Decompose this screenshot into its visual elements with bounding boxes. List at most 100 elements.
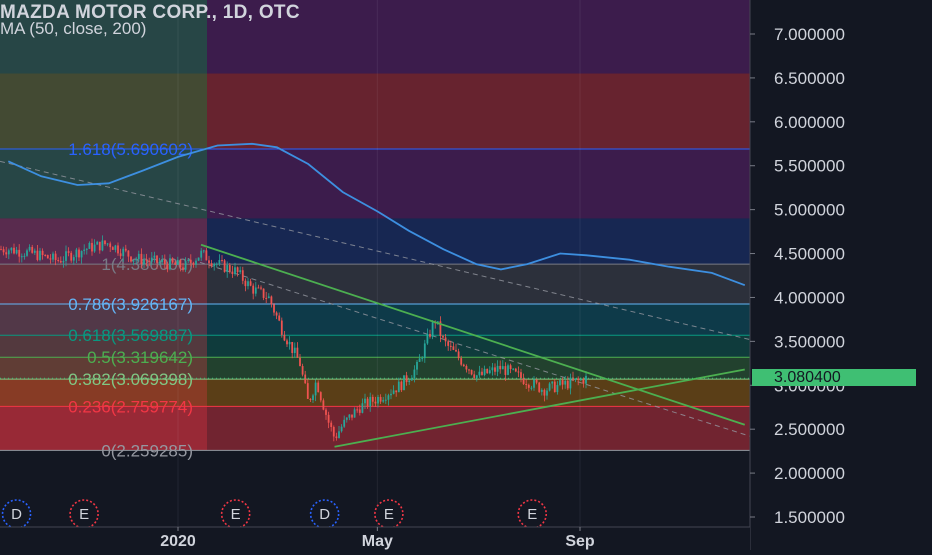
candle-body: [486, 368, 489, 374]
candle-body: [109, 243, 112, 248]
candle-body: [205, 250, 208, 261]
candle-body: [371, 396, 374, 402]
candle-body: [322, 400, 325, 410]
candle-body: [387, 395, 390, 400]
candle-body: [296, 347, 299, 358]
candle-body: [538, 382, 541, 392]
candle-body: [559, 380, 561, 386]
candle-body: [335, 436, 338, 438]
candle-body: [143, 259, 145, 265]
candle-body: [304, 374, 307, 384]
candle-body: [418, 358, 421, 362]
candle-body: [171, 258, 174, 263]
candle-body: [275, 312, 278, 316]
y-tick-label: 5.500000: [774, 157, 845, 176]
candle-body: [228, 265, 231, 272]
candle-body: [475, 375, 478, 378]
candle-body: [117, 245, 119, 254]
candle-body: [413, 369, 416, 379]
fib-level-label: 0(2.259285): [101, 441, 193, 460]
candle-body: [481, 371, 483, 375]
candle-body: [174, 262, 177, 265]
candle-body: [5, 252, 8, 255]
candle-body: [247, 281, 249, 287]
candle-body: [49, 258, 52, 260]
price-chart[interactable]: 0(2.259285) 0.236(2.759774) 0.382(3.069398…: [0, 0, 932, 550]
y-tick-label: 7.000000: [774, 25, 845, 44]
y-tick-label: 6.000000: [774, 113, 845, 132]
candle-body: [520, 372, 522, 379]
candle-body: [491, 367, 494, 371]
candle-body: [46, 255, 49, 259]
candle-body: [551, 381, 554, 384]
candle-body: [44, 255, 47, 257]
candle-body: [135, 259, 138, 261]
candle-body: [530, 387, 533, 389]
candle-body: [158, 261, 161, 263]
candle-body: [400, 381, 403, 391]
candle-body: [111, 247, 114, 250]
candle-body: [67, 251, 70, 253]
candle-body: [163, 259, 166, 265]
candle-body: [273, 304, 275, 313]
candle-body: [239, 270, 242, 273]
candle-body: [150, 257, 153, 262]
candle-body: [236, 267, 239, 273]
fib-level-label: 0.236(2.759774): [68, 397, 193, 416]
candle-body: [249, 281, 252, 286]
candle-body: [161, 259, 164, 262]
candle-body: [494, 367, 496, 372]
candle-body: [553, 381, 556, 393]
candle-body: [28, 246, 31, 251]
candle-body: [501, 366, 504, 370]
candle-body: [514, 368, 517, 372]
candle-body: [262, 288, 265, 298]
candle-body: [525, 384, 528, 386]
indicator-legend[interactable]: MA (50, close, 200): [0, 19, 146, 39]
candle-body: [80, 250, 83, 258]
candle-body: [317, 382, 320, 393]
candle-body: [361, 403, 364, 413]
candle-body: [358, 409, 361, 413]
candle-body: [540, 389, 543, 392]
candle-body: [504, 366, 507, 375]
candle-body: [416, 361, 418, 370]
fib-level-label: 0.5(3.319642): [87, 348, 193, 367]
candle-body: [408, 380, 411, 383]
candle-body: [561, 380, 564, 385]
candle-body: [278, 315, 281, 321]
candle-body: [286, 340, 288, 345]
candle-body: [257, 287, 260, 289]
candle-body: [403, 375, 405, 391]
candle-body: [327, 414, 330, 423]
candle-body: [543, 389, 546, 396]
candle-body: [351, 414, 353, 418]
candle-body: [569, 377, 572, 389]
candle-body: [91, 242, 93, 252]
candle-body: [26, 250, 28, 256]
candle-body: [390, 393, 392, 396]
candle-body: [226, 265, 229, 272]
y-tick-label: 3.500000: [774, 332, 845, 351]
chart-area[interactable]: 0(2.259285) 0.236(2.759774) 0.382(3.069398…: [0, 0, 932, 550]
event-marker-label: E: [231, 506, 241, 523]
candle-body: [41, 250, 44, 256]
candle-body: [564, 380, 567, 385]
candle-body: [465, 366, 468, 370]
candle-body: [62, 260, 65, 263]
candle-body: [356, 409, 359, 411]
candle-body: [288, 341, 291, 345]
candle-body: [299, 357, 301, 367]
candle-body: [189, 259, 192, 263]
candle-body: [548, 383, 551, 391]
candle-body: [218, 260, 221, 264]
candle-body: [582, 379, 585, 384]
candle-body: [223, 260, 226, 272]
candle-body: [566, 380, 569, 389]
candle-body: [478, 371, 481, 376]
candle-body: [325, 409, 327, 415]
candle-body: [462, 364, 465, 367]
candle-body: [377, 396, 379, 404]
candle-body: [31, 246, 34, 253]
candle-body: [124, 248, 127, 251]
